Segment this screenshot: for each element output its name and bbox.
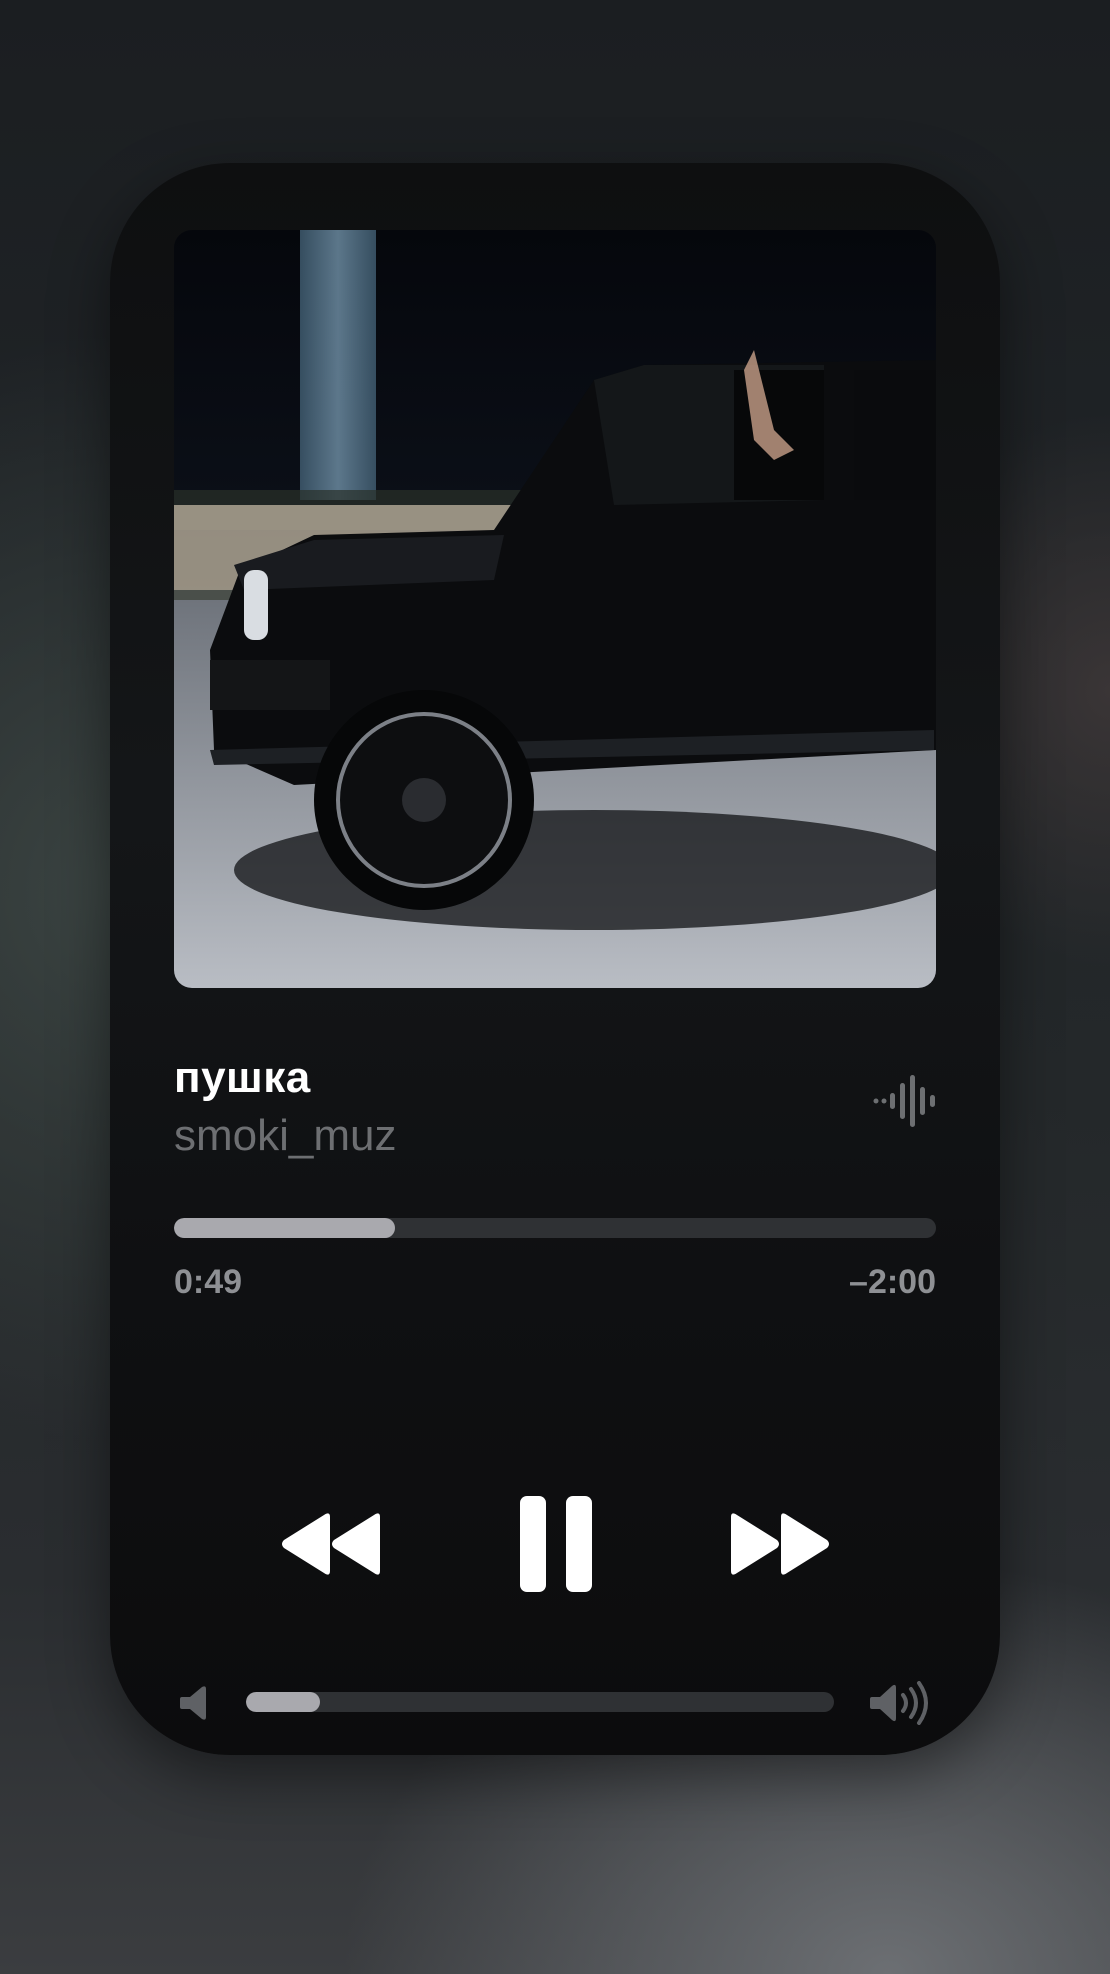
elapsed-time: 0:49 [174, 1263, 243, 1301]
rewind-icon [282, 1513, 380, 1575]
volume-slider[interactable] [246, 1692, 834, 1712]
pause-icon [520, 1496, 592, 1592]
remaining-time: –2:00 [849, 1263, 936, 1301]
track-artist[interactable]: smoki_muz [174, 1111, 397, 1161]
rewind-button[interactable] [280, 1513, 384, 1575]
track-title: пушка [174, 1053, 311, 1102]
now-playing-card: пушка smoki_muz 0:49 –2:00 [110, 163, 1000, 1755]
pause-button[interactable] [520, 1496, 592, 1592]
playback-progress-bar[interactable] [174, 1218, 936, 1238]
playback-progress-fill [174, 1218, 395, 1238]
album-artwork [174, 230, 936, 988]
fast-forward-button[interactable] [727, 1513, 831, 1575]
volume-high-icon [870, 1681, 932, 1725]
fast-forward-icon [731, 1513, 829, 1575]
volume-slider-fill [246, 1692, 320, 1712]
audio-waveform-icon[interactable] [872, 1073, 936, 1129]
volume-low-icon [180, 1685, 210, 1721]
